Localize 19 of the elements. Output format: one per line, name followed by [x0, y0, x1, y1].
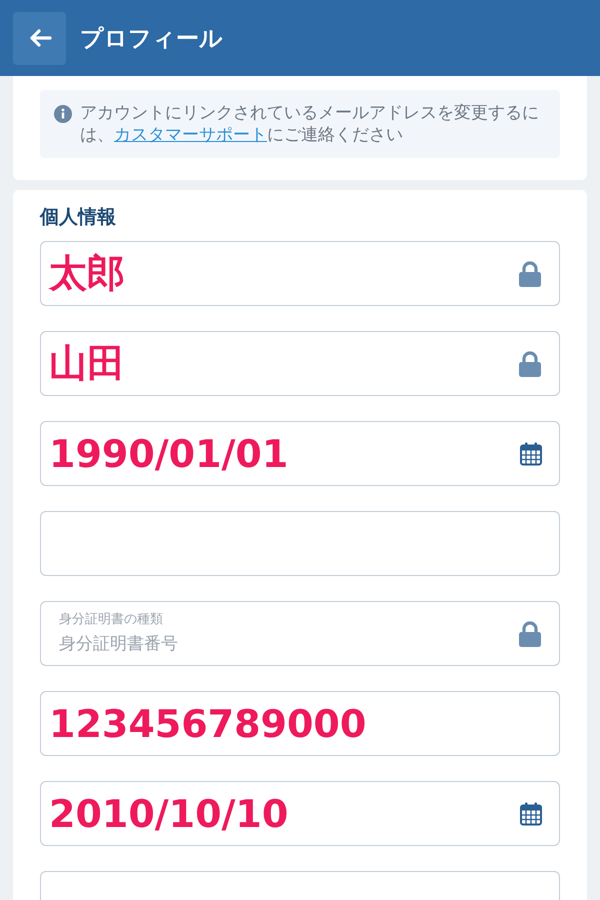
input-field[interactable]: 1990/01/01: [40, 421, 560, 486]
lock-icon: [518, 620, 542, 648]
input-field[interactable]: 123456789000: [40, 691, 560, 756]
notice-text: アカウントにリンクされているメールアドレスを変更するには、カスタマーサポート にご連絡ください: [80, 102, 540, 146]
field-label: 身分証明書の種類: [59, 611, 163, 628]
input-field[interactable]: [40, 511, 560, 576]
input-field[interactable]: 太郎: [40, 241, 560, 306]
info-icon: [54, 105, 72, 123]
lock-icon: [518, 260, 542, 288]
calendar-icon: [520, 802, 542, 826]
calendar-icon: [520, 442, 542, 466]
back-button[interactable]: [13, 12, 66, 64]
page-title: プロフィール: [80, 24, 223, 54]
input-field[interactable]: 山田: [40, 331, 560, 396]
input-field[interactable]: 2010/10/10: [40, 781, 560, 846]
customer-support-link[interactable]: カスタマーサポート: [114, 125, 267, 145]
lock-icon: [518, 350, 542, 378]
back-arrow-icon: [28, 28, 52, 48]
section-title: 個人情報: [40, 205, 117, 230]
